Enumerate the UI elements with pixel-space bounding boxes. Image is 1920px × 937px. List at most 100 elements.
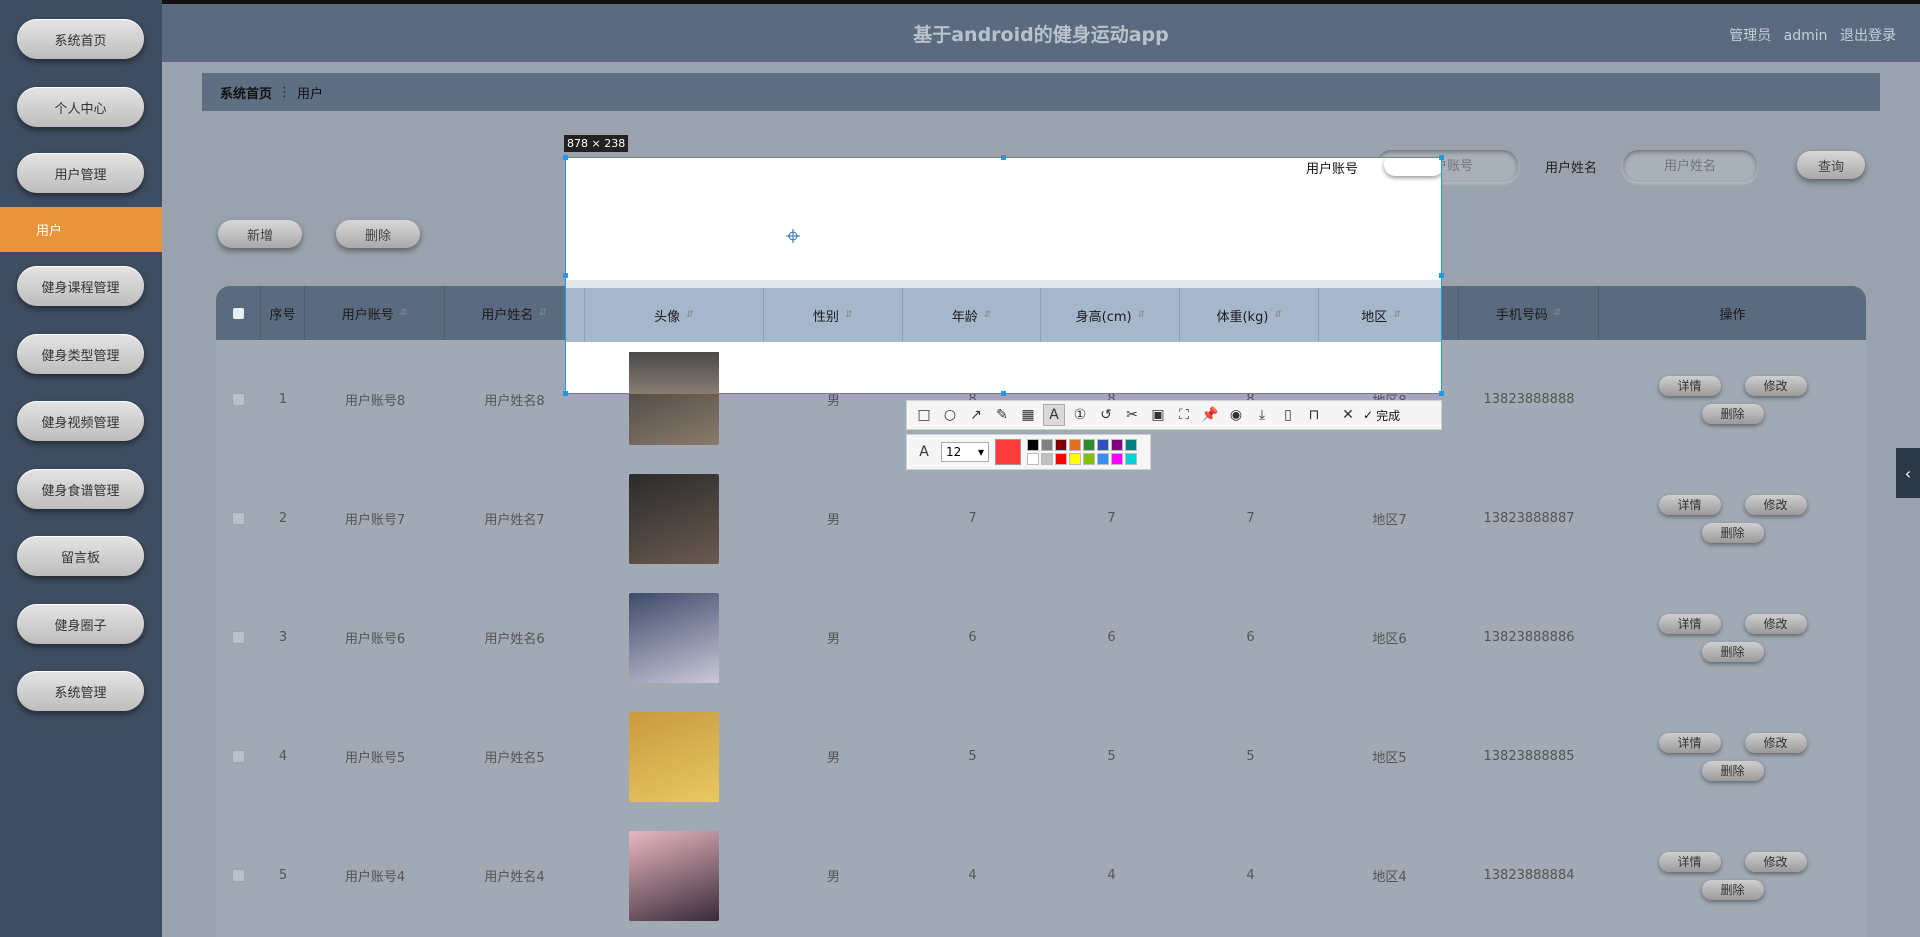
row-checkbox[interactable]	[232, 750, 245, 763]
sidebar-item-users[interactable]: 用户	[0, 207, 162, 252]
capture-selection[interactable]: 头像 ⇵ 性别 ⇵ 年龄 ⇵ 身高(cm) ⇵ 体重(kg) ⇵ 地区 ⇵ 用户账号	[565, 157, 1442, 394]
cell-index: 2	[278, 511, 288, 526]
sidebar-item-recipe-management[interactable]: 健身食谱管理	[17, 469, 144, 509]
rectangle-icon[interactable]: □	[913, 404, 935, 426]
sidebar-item-user-management[interactable]: 用户管理	[17, 153, 144, 193]
color-swatch[interactable]	[1097, 439, 1109, 451]
pin-icon[interactable]: 📌	[1199, 404, 1221, 426]
handle-left[interactable]	[563, 273, 568, 278]
color-swatch[interactable]	[1041, 439, 1053, 451]
done-button[interactable]: ✓ 完成	[1363, 407, 1400, 424]
font-size-select[interactable]: 12 ▾	[941, 442, 989, 462]
handle-right[interactable]	[1439, 273, 1444, 278]
detail-button[interactable]: 详情	[1658, 613, 1721, 634]
sidebar-item-system-management[interactable]: 系统管理	[17, 671, 144, 711]
row-checkbox[interactable]	[232, 631, 245, 644]
color-swatch[interactable]	[1055, 453, 1067, 465]
column-header-phone[interactable]: 手机号码 ⇵	[1459, 286, 1599, 340]
sidebar-item-course-management[interactable]: 健身课程管理	[17, 266, 144, 306]
color-swatch[interactable]	[1069, 453, 1081, 465]
sidebar-item-message-board[interactable]: 留言板	[17, 536, 144, 576]
color-swatch[interactable]	[1027, 453, 1039, 465]
color-swatch[interactable]	[1055, 439, 1067, 451]
batch-delete-button[interactable]: 删除	[336, 220, 420, 248]
arrow-icon[interactable]: ↗	[965, 404, 987, 426]
delete-button[interactable]: 删除	[1701, 641, 1764, 662]
sidebar-item-fitness-circle[interactable]: 健身圈子	[17, 604, 144, 644]
color-swatch[interactable]	[1111, 453, 1123, 465]
cell-region: 地区6	[1372, 632, 1407, 647]
query-button[interactable]: 查询	[1797, 151, 1865, 179]
cell-name: 用户姓名8	[484, 394, 545, 409]
color-swatch[interactable]	[1125, 439, 1137, 451]
download-icon[interactable]: ⤓	[1251, 404, 1273, 426]
cell-gender: 男	[826, 870, 840, 885]
delete-button[interactable]: 删除	[1701, 522, 1764, 543]
select-all-checkbox[interactable]	[216, 286, 261, 340]
edit-button[interactable]: 修改	[1744, 732, 1807, 753]
cell-index: 3	[278, 630, 288, 645]
delete-button[interactable]: 删除	[1701, 879, 1764, 900]
name-search-input[interactable]	[1623, 150, 1757, 182]
sidebar-item-personal-center[interactable]: 个人中心	[17, 87, 144, 127]
detail-button[interactable]: 详情	[1658, 732, 1721, 753]
color-swatch[interactable]	[1069, 439, 1081, 451]
sidebar-item-type-management[interactable]: 健身类型管理	[17, 334, 144, 374]
detail-button[interactable]: 详情	[1658, 851, 1721, 872]
number-icon[interactable]: ①	[1069, 404, 1091, 426]
ellipse-icon[interactable]: ○	[939, 404, 961, 426]
color-swatch[interactable]	[1083, 439, 1095, 451]
table-row: 2 用户账号7 用户姓名7 男 7 7 7 地区7 13823888887 详情 修改 删除	[216, 459, 1866, 578]
close-icon[interactable]: ✕	[1337, 404, 1359, 426]
text-icon[interactable]: A	[1043, 404, 1065, 426]
scroll-capture-icon[interactable]: ⛶	[1173, 404, 1195, 426]
color-swatch[interactable]	[1125, 453, 1137, 465]
edit-button[interactable]: 修改	[1744, 851, 1807, 872]
handle-bottom[interactable]	[1001, 391, 1006, 396]
column-header-name[interactable]: 用户姓名 ⇵	[445, 286, 584, 340]
handle-top-left[interactable]	[563, 155, 568, 160]
color-swatch[interactable]	[1111, 439, 1123, 451]
copy-icon[interactable]: ▯	[1277, 404, 1299, 426]
sel-column-weight: 体重(kg) ⇵	[1180, 288, 1320, 342]
handle-top[interactable]	[1001, 155, 1006, 160]
edit-button[interactable]: 修改	[1744, 613, 1807, 634]
handle-top-right[interactable]	[1439, 155, 1444, 160]
record-icon[interactable]: ◉	[1225, 404, 1247, 426]
add-button[interactable]: 新增	[218, 220, 302, 248]
ocr-icon[interactable]: ▣	[1147, 404, 1169, 426]
current-color-swatch[interactable]	[995, 439, 1021, 465]
sidebar-item-home[interactable]: 系统首页	[17, 19, 144, 59]
color-swatch[interactable]	[1041, 453, 1053, 465]
cell-avatar	[584, 459, 764, 578]
delete-button[interactable]: 删除	[1701, 403, 1764, 424]
breadcrumb-home[interactable]: 系统首页	[220, 83, 272, 102]
row-checkbox[interactable]	[232, 512, 245, 525]
pencil-icon[interactable]: ✎	[991, 404, 1013, 426]
undo-icon[interactable]: ↺	[1095, 404, 1117, 426]
cell-index: 1	[278, 392, 288, 407]
edit-button[interactable]: 修改	[1744, 375, 1807, 396]
column-header-account[interactable]: 用户账号 ⇵	[305, 286, 445, 340]
bookmark-icon[interactable]: ⊓	[1303, 404, 1325, 426]
handle-bottom-left[interactable]	[563, 391, 568, 396]
logout-link[interactable]: 退出登录	[1840, 28, 1896, 44]
delete-button[interactable]: 删除	[1701, 760, 1764, 781]
detail-button[interactable]: 详情	[1658, 375, 1721, 396]
side-panel-toggle-icon[interactable]: ‹	[1896, 448, 1920, 498]
cell-age: 7	[968, 511, 977, 526]
row-checkbox[interactable]	[232, 393, 245, 406]
row-checkbox[interactable]	[232, 869, 245, 882]
color-swatch[interactable]	[1097, 453, 1109, 465]
edit-button[interactable]: 修改	[1744, 494, 1807, 515]
color-swatch[interactable]	[1083, 453, 1095, 465]
capture-toolbar: □ ○ ↗ ✎ ▦ A ① ↺ ✂ ▣ ⛶ 📌 ◉ ⤓ ▯ ⊓ ✕ ✓ 完成	[906, 400, 1442, 430]
cut-icon[interactable]: ✂	[1121, 404, 1143, 426]
handle-bottom-right[interactable]	[1439, 391, 1444, 396]
detail-button[interactable]: 详情	[1658, 494, 1721, 515]
sidebar-item-video-management[interactable]: 健身视频管理	[17, 401, 144, 441]
sel-account-input	[1384, 158, 1441, 176]
color-swatch[interactable]	[1027, 439, 1039, 451]
mosaic-icon[interactable]: ▦	[1017, 404, 1039, 426]
cell-select	[216, 697, 261, 816]
